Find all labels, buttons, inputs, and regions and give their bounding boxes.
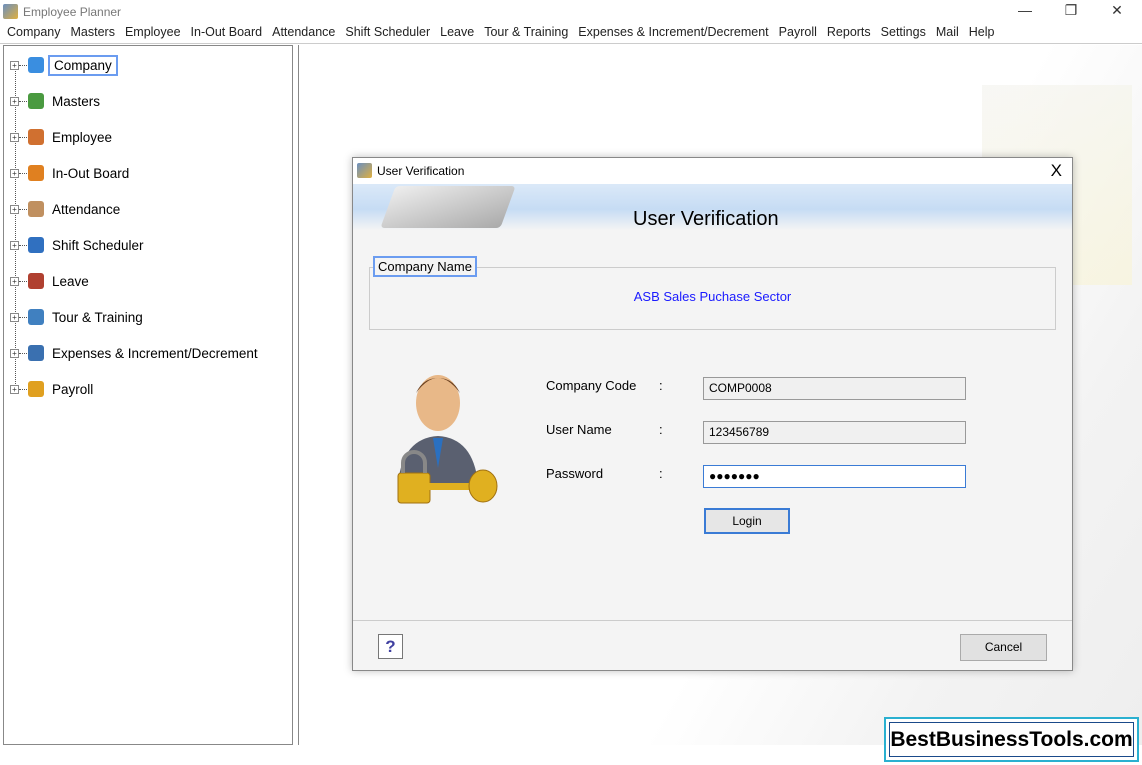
company-code-input[interactable]: COMP0008 (703, 377, 966, 400)
tree-connector (19, 244, 27, 246)
dialog-close-button[interactable]: X (1051, 161, 1062, 181)
tree-item-company[interactable]: + Company (10, 54, 118, 76)
expand-icon[interactable]: + (10, 384, 19, 394)
expand-icon[interactable]: + (10, 204, 19, 214)
expand-icon[interactable]: + (10, 60, 19, 70)
dialog-title-bar: User Verification X (353, 158, 1072, 184)
tree-connector (19, 208, 27, 210)
wallet-icon (28, 345, 44, 361)
tree-connector (19, 388, 27, 390)
brand-watermark: BestBusinessTools.com (884, 717, 1139, 762)
tree-item-tour-training[interactable]: + Tour & Training (10, 306, 147, 328)
field-label: User Name (546, 422, 612, 437)
cancel-button[interactable]: Cancel (960, 634, 1047, 661)
expand-icon[interactable]: + (10, 276, 19, 286)
colon: : (659, 422, 663, 437)
calendar-icon (28, 273, 44, 289)
menu-bar: Company Masters Employee In-Out Board Attend… (0, 22, 1142, 44)
help-button[interactable]: ? (378, 634, 403, 659)
tree-item-shift-scheduler[interactable]: + Shift Scheduler (10, 234, 148, 256)
company-name-value: ASB Sales Puchase Sector (633, 289, 792, 304)
people-icon (28, 129, 44, 145)
brand-text: BestBusinessTools.com (889, 722, 1134, 757)
menu-payroll[interactable]: Payroll (774, 22, 822, 43)
tree-connector (19, 136, 27, 138)
layers-icon (28, 93, 44, 109)
expand-icon[interactable]: + (10, 168, 19, 178)
dialog-banner: User Verification (353, 184, 1072, 230)
tree-item-expenses-increment-decrement[interactable]: + Expenses & Increment/Decrement (10, 342, 262, 364)
company-name-label: Company Name (373, 256, 477, 277)
airplane-icon (28, 309, 44, 325)
expand-icon[interactable]: + (10, 96, 19, 106)
close-button[interactable]: ✕ (1102, 2, 1132, 19)
login-button[interactable]: Login (704, 508, 790, 534)
user-name-input[interactable]: 123456789 (703, 421, 966, 444)
menu-tour-training[interactable]: Tour & Training (479, 22, 573, 43)
dialog-app-icon (357, 163, 372, 178)
tree-item-masters[interactable]: + Masters (10, 90, 104, 112)
checklist-icon (28, 201, 44, 217)
tree-item-payroll[interactable]: + Payroll (10, 378, 97, 400)
menu-company[interactable]: Company (2, 22, 66, 43)
menu-masters[interactable]: Masters (66, 22, 120, 43)
menu-attendance[interactable]: Attendance (267, 22, 340, 43)
tree-item-label: Payroll (52, 381, 94, 397)
tree-connector (19, 100, 27, 102)
tree-item-in-out-board[interactable]: + In-Out Board (10, 162, 133, 184)
tree-connector (19, 64, 27, 66)
maximize-button[interactable]: ❐ (1056, 2, 1086, 19)
expand-icon[interactable]: + (10, 312, 19, 322)
user-lock-key-icon (397, 375, 498, 504)
menu-shift-scheduler[interactable]: Shift Scheduler (340, 22, 435, 43)
tree-item-label: Shift Scheduler (52, 237, 144, 253)
tree-item-label: Tour & Training (52, 309, 143, 325)
expand-icon[interactable]: + (10, 348, 19, 358)
menu-leave[interactable]: Leave (435, 22, 479, 43)
tree-item-label: Masters (52, 93, 101, 109)
tree-connector (19, 172, 27, 174)
dialog-title: User Verification (377, 164, 465, 178)
menu-help[interactable]: Help (964, 22, 1000, 43)
colon: : (659, 378, 663, 393)
coin-icon (28, 381, 44, 397)
tree-connector (19, 280, 27, 282)
book-pen-icon (380, 186, 516, 228)
expand-icon[interactable]: + (10, 132, 19, 142)
menu-reports[interactable]: Reports (822, 22, 876, 43)
password-input[interactable]: ●●●●●●● (703, 465, 966, 488)
clock-icon (28, 237, 44, 253)
tree-item-label: In-Out Board (52, 165, 130, 181)
banner-title: User Verification (633, 208, 779, 230)
footer-divider (353, 620, 1072, 621)
navigation-tree[interactable]: + Company + Masters + Employee + In-Out Board + A… (3, 45, 293, 745)
menu-expenses-increment-decrement[interactable]: Expenses & Increment/Decrement (573, 22, 773, 43)
tree-item-label: Employee (52, 129, 113, 145)
menu-in-out-board[interactable]: In-Out Board (186, 22, 268, 43)
field-label: Company Code (546, 378, 637, 393)
tree-item-attendance[interactable]: + Attendance (10, 198, 124, 220)
tree-item-employee[interactable]: + Employee (10, 126, 116, 148)
tree-connector (19, 352, 27, 354)
building-icon (28, 57, 44, 73)
user-verification-dialog: User Verification X User Verification AS… (352, 157, 1073, 671)
window-title: Employee Planner (23, 5, 122, 19)
tree-connector (19, 316, 27, 318)
tree-item-label: Expenses & Increment/Decrement (52, 345, 258, 361)
tree-item-label: Company (48, 54, 118, 76)
colon: : (659, 466, 663, 481)
tree-item-leave[interactable]: + Leave (10, 270, 93, 292)
field-label: Password (546, 466, 604, 481)
menu-mail[interactable]: Mail (931, 22, 964, 43)
tree-item-label: Leave (52, 273, 89, 289)
app-icon (3, 4, 18, 19)
expand-icon[interactable]: + (10, 240, 19, 250)
menu-settings[interactable]: Settings (876, 22, 931, 43)
title-bar: Employee Planner — ❐ ✕ (0, 0, 1142, 22)
arrows-icon (28, 165, 44, 181)
menu-employee[interactable]: Employee (120, 22, 186, 43)
minimize-button[interactable]: — (1010, 2, 1040, 18)
tree-item-label: Attendance (52, 201, 121, 217)
